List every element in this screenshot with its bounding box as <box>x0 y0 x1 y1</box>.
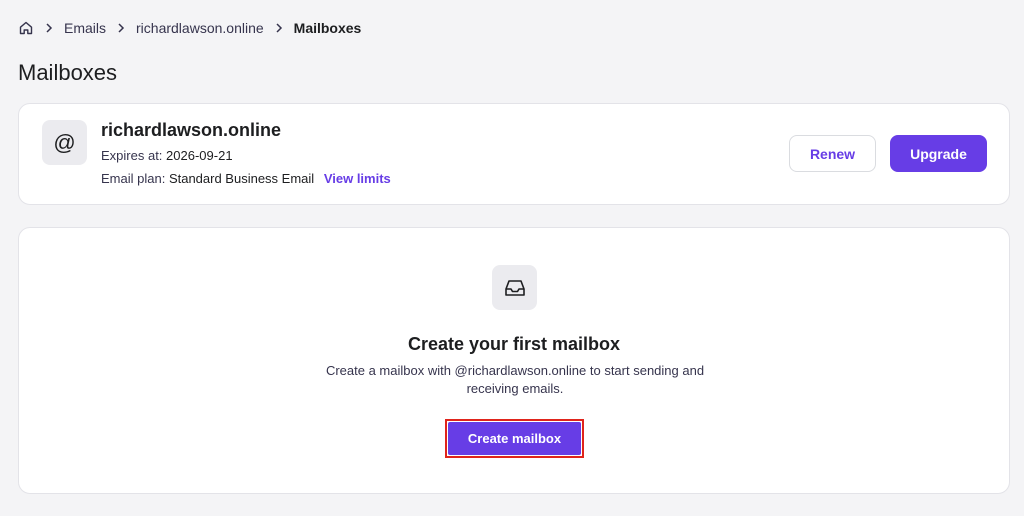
empty-state-description: Create a mailbox with @richardlawson.onl… <box>325 363 705 396</box>
breadcrumb-current: Mailboxes <box>293 20 362 36</box>
at-sign-icon: @ <box>42 120 87 165</box>
expires-label: Expires at: <box>101 148 163 163</box>
create-mailbox-highlight: Create mailbox <box>445 419 584 458</box>
domain-card: @ richardlawson.online Expires at: 2026-… <box>18 103 1010 205</box>
chevron-right-icon <box>44 22 54 34</box>
empty-state-title: Create your first mailbox <box>407 334 621 354</box>
upgrade-button[interactable]: Upgrade <box>890 135 987 172</box>
expires-row: Expires at: 2026-09-21 <box>101 148 233 163</box>
chevron-right-icon <box>274 22 284 34</box>
plan-label: Email plan: <box>101 171 166 186</box>
breadcrumb-emails[interactable]: Emails <box>64 20 106 36</box>
create-mailbox-button[interactable]: Create mailbox <box>448 422 581 455</box>
plan-row: Email plan: Standard Business Email View… <box>101 171 391 186</box>
expires-value: 2026-09-21 <box>166 148 233 163</box>
plan-value: Standard Business Email <box>168 171 315 186</box>
renew-button[interactable]: Renew <box>789 135 876 172</box>
chevron-right-icon <box>116 22 126 34</box>
view-limits-link[interactable]: View limits <box>324 171 391 186</box>
mailboxes-page: Emails richardlawson.online Mailboxes Ma… <box>0 0 1024 516</box>
page-title: Mailboxes <box>18 60 118 85</box>
domain-name: richardlawson.online <box>101 120 282 140</box>
empty-state-card: Create your first mailbox Create a mailb… <box>18 227 1010 494</box>
breadcrumb: Emails richardlawson.online Mailboxes <box>18 18 361 38</box>
home-icon[interactable] <box>18 20 34 36</box>
breadcrumb-domain[interactable]: richardlawson.online <box>136 20 264 36</box>
inbox-icon <box>492 265 537 310</box>
